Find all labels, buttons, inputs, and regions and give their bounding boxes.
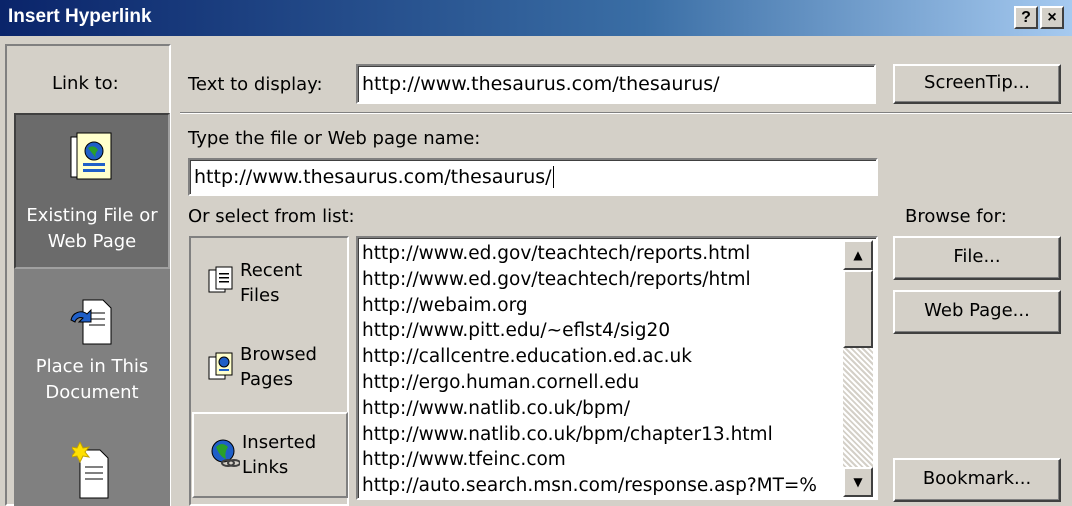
nav-place-in-this-document[interactable]: Place in This Document [14,276,170,416]
list-item[interactable]: http://www.natlib.co.uk/bpm/ [362,396,842,422]
browse-for-label: Browse for: [905,206,1007,227]
list-item[interactable]: http://www.natlib.co.uk/bpm/chapter13.ht… [362,422,842,448]
tab-label-line1: Inserted [242,432,317,453]
list-item[interactable]: http://www.pitt.edu/~eflst4/sig20 [362,318,842,344]
tab-label-line1: Browsed [240,344,317,365]
list-item[interactable]: http://auto.search.msn.com/response.asp?… [362,473,842,499]
list-item[interactable]: http://www.tfeinc.com [362,447,842,473]
scroll-down-button[interactable]: ▼ [843,467,873,497]
web-page-icon [69,131,115,192]
link-list-items: http://www.ed.gov/teachtech/reports.html… [362,241,842,499]
scroll-up-button[interactable]: ▲ [843,240,873,270]
text-to-display-label: Text to display: [188,74,323,95]
tab-label-line2: Pages [240,369,293,390]
tab-label-line2: Links [242,457,289,478]
list-item[interactable]: http://callcentre.education.ed.ac.uk [362,344,842,370]
list-item[interactable]: http://webaim.org [362,293,842,319]
nav-label-line1: Place in This [35,356,149,377]
text-cursor: ​ [552,166,554,188]
bookmark-button[interactable]: Bookmark... [893,458,1061,502]
text-to-display-input[interactable]: http://www.thesaurus.com/thesaurus/ [356,64,876,104]
arrow-up-icon: ▲ [853,248,863,262]
browse-file-button[interactable]: File... [893,236,1061,280]
tab-recent-files[interactable]: Recent Files [192,244,348,324]
address-input[interactable]: http://www.thesaurus.com/thesaurus/​ [188,158,878,196]
address-value: http://www.thesaurus.com/thesaurus/ [194,166,552,188]
list-item[interactable]: http://ergo.human.cornell.edu [362,370,842,396]
close-button[interactable]: × [1040,6,1064,29]
tab-inserted-links[interactable]: Inserted Links [192,412,348,498]
scroll-thumb[interactable] [843,270,873,348]
inserted-links-icon [210,438,241,475]
title-bar[interactable] [0,0,1072,36]
tab-label-line2: Files [240,285,280,306]
recent-files-icon [208,266,236,301]
place-in-document-icon [69,298,115,351]
nav-existing-file-or-web-page[interactable]: Existing File or Web Page [14,113,170,269]
nav-label-line1: Existing File or [26,205,158,226]
arrow-down-icon: ▼ [853,475,863,489]
browse-web-page-button[interactable]: Web Page... [893,290,1061,334]
link-to-label: Link to: [52,73,119,94]
nav-label-line2: Web Page [47,231,137,252]
new-document-icon [69,440,112,505]
nav-create-new-document[interactable] [14,420,170,506]
list-item[interactable]: http://www.ed.gov/teachtech/reports.html [362,241,842,267]
divider [180,112,1072,114]
window-title: Insert Hyperlink [8,6,152,27]
nav-label-line2: Document [45,382,139,403]
address-label: Type the file or Web page name: [188,128,481,149]
list-item[interactable]: http://www.ed.gov/teachtech/reports/html [362,267,842,293]
screentip-button[interactable]: ScreenTip... [893,64,1061,104]
help-button[interactable]: ? [1014,6,1038,29]
browsed-pages-icon [208,352,236,387]
tab-label-line1: Recent [240,260,303,281]
select-from-list-label: Or select from list: [188,206,355,227]
tab-browsed-pages[interactable]: Browsed Pages [192,328,348,408]
